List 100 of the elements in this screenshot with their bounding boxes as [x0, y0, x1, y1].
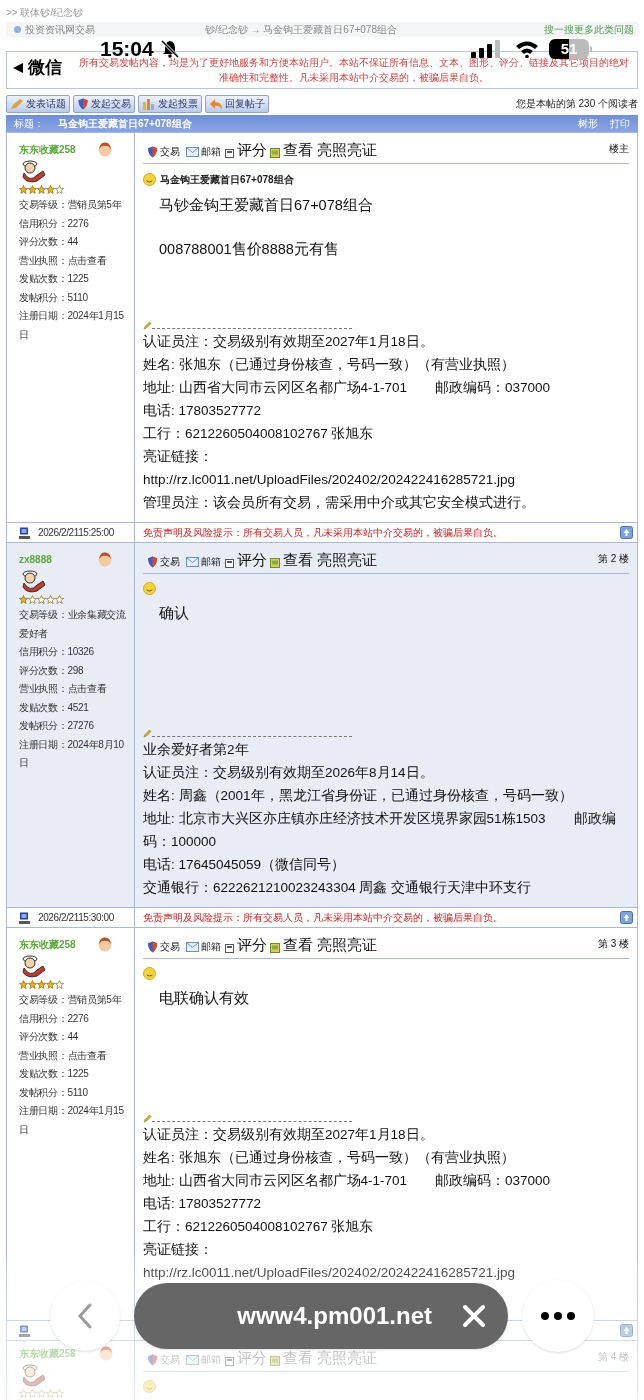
battery-indicator: 51 — [549, 39, 592, 59]
wifi-icon — [515, 40, 539, 58]
rate-link[interactable]: 评分 — [237, 551, 267, 569]
risk-notice: 免责声明及风险提示：所有交易人员，凡未采用本站中介交易的，被骗后果自负。 — [143, 911, 503, 925]
user-info-text: 营业执照：点击查看 — [19, 682, 108, 696]
user-info-text: 信用积分：2276 — [19, 1011, 90, 1026]
note-icon — [270, 1356, 280, 1366]
mail-link[interactable]: 邮箱 — [201, 939, 221, 954]
user-info-text: 发帖积分：5110 — [19, 290, 89, 305]
toolbar-button[interactable]: 发起投票 — [138, 94, 202, 113]
sailor-figure-icon — [19, 157, 47, 183]
card-icon — [225, 944, 234, 953]
avatar-icon — [98, 1345, 114, 1361]
url-text: www4.pm001.net — [237, 1301, 432, 1331]
user-info-text: 交易等级：营销员第5年 — [19, 198, 123, 212]
floor-number: 第 3 楼 — [597, 937, 629, 951]
smiley-icon — [143, 582, 156, 595]
reply-icon — [209, 97, 223, 110]
signature-line: 电话: 17803527772 — [143, 1195, 263, 1213]
trade-link[interactable]: 交易 — [160, 144, 180, 159]
mail-icon — [186, 556, 199, 567]
shield-icon — [77, 97, 89, 110]
breadcrumb-link[interactable]: 钞/纪念钞 → 马金钩王爱藏首日67+078组合 — [205, 22, 397, 37]
signature-line: 工行：6212260504008102767 张旭东 — [143, 1218, 375, 1236]
signature-line: 业余爱好者第2年 — [143, 741, 250, 759]
mail-link[interactable]: 邮箱 — [201, 554, 221, 569]
pencil-icon — [143, 1114, 152, 1123]
view-link[interactable]: 查看 — [283, 551, 313, 569]
avatar-icon — [97, 936, 113, 952]
signature-line: 电话: 17803527772 — [143, 402, 263, 420]
post-text: 008788001售价8888元有售 — [159, 239, 340, 259]
signature-line: 亮证链接： — [143, 448, 214, 466]
reader-count: 您是本帖的第 230 个阅读者 — [515, 97, 638, 111]
pen-icon — [10, 97, 24, 110]
user-info-text: 注册日期：2024年8月10日 — [19, 737, 125, 770]
trade-link[interactable]: 交易 — [160, 939, 180, 954]
sailor-figure-icon — [19, 952, 47, 978]
toolbar-button[interactable]: 回复帖子 — [205, 94, 269, 113]
card-icon — [225, 149, 234, 158]
bar-chart-icon — [142, 97, 156, 110]
signature-line: http://rz.lc0011.net/UploadFiles/202402/202422416285721.jpg — [143, 1264, 517, 1282]
back-to-top-icon[interactable] — [620, 911, 633, 924]
more-icon — [541, 1312, 575, 1320]
bullet-icon — [14, 26, 21, 33]
computer-icon — [19, 526, 30, 539]
back-arrow-icon[interactable] — [12, 61, 24, 74]
trade-link[interactable]: 交易 — [160, 554, 180, 569]
user-info-text: 信用积分：10326 — [19, 645, 95, 659]
license-link[interactable]: 亮照亮证 — [317, 141, 377, 159]
mail-icon — [186, 146, 199, 157]
user-info-text: 营业执照：点击查看 — [19, 1048, 108, 1063]
shield-icon — [147, 555, 158, 568]
user-info-text: 评分次数：44 — [19, 1030, 80, 1044]
smiley-icon — [143, 173, 156, 186]
signature-line: 管理员注：该会员所有交易，需采用中介或其它安全模式进行。 — [143, 494, 536, 512]
user-info-text: 发贴次数：1225 — [19, 272, 90, 286]
user-info-text: 信用积分：2276 — [19, 216, 90, 231]
signature-line: 电话: 17645045059（微信同号） — [143, 856, 347, 874]
note-icon — [270, 148, 280, 158]
license-link[interactable]: 亮照亮证 — [317, 936, 377, 954]
thread-title: 马金钩王爱藏首日67+078组合 — [58, 117, 192, 131]
toolbar-button[interactable]: 发起交易 — [73, 94, 135, 113]
rate-link[interactable]: 评分 — [237, 936, 267, 954]
sailor-figure-icon — [19, 1361, 47, 1387]
view-link[interactable]: 查看 — [283, 141, 313, 159]
address-bar[interactable]: www4.pm001.net — [134, 1283, 508, 1349]
close-icon[interactable] — [462, 1304, 486, 1328]
sailor-figure-icon — [19, 567, 47, 593]
view-link[interactable]: 查看 — [283, 936, 313, 954]
post-text: 电联确认有效 — [159, 989, 250, 1008]
avatar-icon — [97, 141, 113, 157]
signature-line: 地址: 北京市大兴区亦庄镇亦庄经济技术开发区境界家园51栋1503 邮政编码：100000 — [143, 810, 617, 851]
user-info-text: 发贴次数：4521 — [19, 700, 90, 715]
license-link[interactable]: 亮照亮证 — [317, 551, 377, 569]
user-info-text: 评分次数：44 — [19, 235, 80, 249]
post-text: 确认 — [159, 604, 190, 623]
bell-muted-icon — [159, 39, 180, 59]
user-info-text: 发贴次数：1225 — [19, 1067, 90, 1081]
signature-line: 姓名: 张旭东（已通过身份核查，号码一致）（有营业执照） — [143, 356, 516, 374]
signature-line: 认证员注：交易级别有效期至2027年1月18日。 — [143, 1126, 435, 1144]
signature-line: 地址: 山西省大同市云冈区名都广场4-1-701 邮政编码：037000 — [143, 379, 552, 397]
mail-icon — [186, 1354, 199, 1365]
user-info-text: 发帖积分：5110 — [19, 1085, 89, 1100]
card-icon — [225, 1357, 234, 1366]
computer-icon — [19, 1324, 30, 1337]
signature-line: http://rz.lc0011.net/UploadFiles/202402/202422416285721.jpg — [143, 471, 517, 489]
signal-icon — [471, 40, 503, 58]
pencil-icon — [143, 729, 152, 738]
shield-icon — [147, 940, 158, 953]
back-to-top-icon[interactable] — [620, 526, 633, 539]
breadcrumb-link[interactable]: 投资资讯网交易 — [25, 22, 95, 37]
signature-line: 工行：6212260504008102767 张旭东 — [143, 425, 375, 443]
toolbar-button[interactable]: 发表话题 — [6, 94, 70, 113]
signature-line: 交通银行：6222621210023243304 周鑫 交通银行天津中环支行 — [143, 879, 533, 897]
mail-link[interactable]: 邮箱 — [201, 144, 221, 159]
disclaimer-text: 所有交易发帖内容，均是为了更好地服务和方便本站用户。本站不保证所有信息、文本、图形、评分、链接及其它项目的绝对准确性和完整性。凡未采用本站中介交易的，被骗后果自负。 — [79, 57, 629, 85]
user-info-text: 发帖积分：27276 — [19, 719, 95, 733]
rate-link[interactable]: 评分 — [237, 141, 267, 159]
user-info-text: 注册日期：2024年1月15日 — [19, 309, 125, 342]
back-to-app-link[interactable]: 微信 — [28, 55, 62, 81]
